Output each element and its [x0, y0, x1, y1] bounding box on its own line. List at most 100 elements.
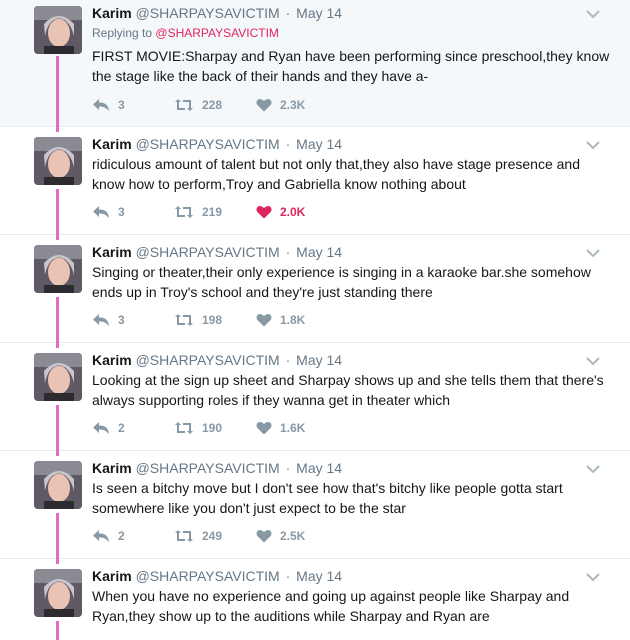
- retweet-count: 219: [202, 205, 223, 219]
- reply-button[interactable]: 3: [92, 313, 125, 327]
- thread-line: [56, 56, 59, 126]
- avatar[interactable]: [34, 137, 82, 185]
- tweet-text: ridiculous amount of talent but not only…: [92, 156, 580, 192]
- username[interactable]: @SHARPAYSAVICTIM: [136, 352, 280, 368]
- thread-line: [56, 342, 59, 348]
- display-name[interactable]: Karim: [92, 244, 132, 260]
- retweet-button[interactable]: 190: [174, 421, 222, 435]
- reply-icon: [93, 206, 109, 218]
- display-name[interactable]: Karim: [92, 568, 132, 584]
- avatar[interactable]: [34, 569, 82, 617]
- like-count: 1.8K: [280, 313, 306, 327]
- thread-line: [56, 234, 59, 240]
- tweet[interactable]: Karim @SHARPAYSAVICTIM · May 14 Singing …: [0, 234, 630, 342]
- separator: ·: [285, 136, 291, 152]
- tweet-date[interactable]: May 14: [296, 244, 342, 260]
- reply-button[interactable]: 3: [92, 205, 125, 219]
- reply-icon: [93, 530, 109, 542]
- display-name[interactable]: Karim: [92, 460, 132, 476]
- display-name[interactable]: Karim: [92, 136, 132, 152]
- retweet-button[interactable]: 249: [174, 529, 222, 543]
- thread-line: [56, 126, 59, 132]
- reply-icon: [93, 99, 109, 111]
- tweet[interactable]: Karim @SHARPAYSAVICTIM · May 14 When you…: [0, 558, 630, 640]
- reply-count: 2: [118, 421, 125, 435]
- tweet-date[interactable]: May 14: [296, 460, 342, 476]
- reply-count: 3: [118, 205, 125, 219]
- retweet-button[interactable]: 228: [174, 98, 222, 112]
- separator: ·: [285, 5, 291, 21]
- like-button[interactable]: 2.0K: [256, 205, 305, 219]
- tweet-header: Karim @SHARPAYSAVICTIM · May 14: [92, 243, 342, 261]
- avatar[interactable]: [34, 6, 82, 54]
- tweet-date[interactable]: May 14: [296, 568, 342, 584]
- like-count: 2.3K: [280, 98, 306, 112]
- separator: ·: [285, 244, 291, 260]
- username[interactable]: @SHARPAYSAVICTIM: [136, 460, 280, 476]
- like-count: 2.5K: [280, 529, 306, 543]
- like-button[interactable]: 2.3K: [256, 98, 305, 112]
- separator: ·: [285, 568, 291, 584]
- heart-icon: [256, 206, 272, 219]
- chevron-down-icon[interactable]: [586, 461, 600, 474]
- mention-link[interactable]: @SHARPAYSAVICTIM: [155, 26, 279, 40]
- reply-button[interactable]: 2: [92, 421, 125, 435]
- reply-button[interactable]: 2: [92, 529, 125, 543]
- tweet[interactable]: Karim @SHARPAYSAVICTIM · May 14 Is seen …: [0, 450, 630, 558]
- retweet-count: 198: [202, 313, 223, 327]
- avatar[interactable]: [34, 245, 82, 293]
- heart-icon: [256, 530, 272, 543]
- tweet-thread: Karim @SHARPAYSAVICTIM · May 14 Replying…: [0, 0, 630, 640]
- tweet-date[interactable]: May 14: [296, 5, 342, 21]
- thread-line: [56, 558, 59, 564]
- tweet-date[interactable]: May 14: [296, 136, 342, 152]
- thread-line: [56, 513, 59, 558]
- like-button[interactable]: 1.6K: [256, 421, 305, 435]
- avatar[interactable]: [34, 353, 82, 401]
- display-name[interactable]: Karim: [92, 352, 132, 368]
- replying-label: Replying to: [92, 26, 153, 40]
- chevron-down-icon[interactable]: [586, 6, 600, 19]
- chevron-down-icon[interactable]: [586, 137, 600, 150]
- like-button[interactable]: 1.8K: [256, 313, 305, 327]
- chevron-down-icon[interactable]: [586, 353, 600, 366]
- retweet-button[interactable]: 198: [174, 313, 222, 327]
- thread-line: [56, 450, 59, 456]
- username[interactable]: @SHARPAYSAVICTIM: [136, 136, 280, 152]
- tweet-text: When you have no experience and going up…: [92, 588, 570, 624]
- retweet-icon: [175, 314, 193, 326]
- like-count: 2.0K: [280, 205, 306, 219]
- tweet[interactable]: Karim @SHARPAYSAVICTIM · May 14 Replying…: [0, 0, 630, 126]
- retweet-count: 228: [202, 98, 223, 112]
- username[interactable]: @SHARPAYSAVICTIM: [136, 244, 280, 260]
- tweet-text: Looking at the sign up sheet and Sharpay…: [92, 372, 604, 408]
- tweet-header: Karim @SHARPAYSAVICTIM · May 14: [92, 459, 342, 477]
- retweet-icon: [175, 422, 193, 434]
- tweet[interactable]: Karim @SHARPAYSAVICTIM · May 14 ridiculo…: [0, 126, 630, 234]
- reply-button[interactable]: 3: [92, 98, 125, 112]
- chevron-down-icon[interactable]: [586, 569, 600, 582]
- tweet-text: Singing or theater,their only experience…: [92, 264, 591, 300]
- retweet-count: 190: [202, 421, 223, 435]
- tweet[interactable]: Karim @SHARPAYSAVICTIM · May 14 Looking …: [0, 342, 630, 450]
- avatar[interactable]: [34, 461, 82, 509]
- username[interactable]: @SHARPAYSAVICTIM: [136, 568, 280, 584]
- separator: ·: [285, 352, 291, 368]
- tweet-date[interactable]: May 14: [296, 352, 342, 368]
- like-button[interactable]: 2.5K: [256, 529, 305, 543]
- reply-count: 2: [118, 529, 125, 543]
- thread-line: [56, 297, 59, 342]
- username[interactable]: @SHARPAYSAVICTIM: [136, 5, 280, 21]
- display-name[interactable]: Karim: [92, 5, 132, 21]
- reply-count: 3: [118, 98, 125, 112]
- tweet-header: Karim @SHARPAYSAVICTIM · May 14: [92, 4, 342, 22]
- retweet-icon: [175, 99, 193, 111]
- retweet-icon: [175, 530, 193, 542]
- retweet-count: 249: [202, 529, 223, 543]
- chevron-down-icon[interactable]: [586, 245, 600, 258]
- separator: ·: [285, 460, 291, 476]
- heart-icon: [256, 314, 272, 327]
- tweet-text: FIRST MOVIE:Sharpay and Ryan have been p…: [92, 48, 610, 84]
- replying-to: Replying to @SHARPAYSAVICTIM: [92, 26, 279, 40]
- retweet-button[interactable]: 219: [174, 205, 222, 219]
